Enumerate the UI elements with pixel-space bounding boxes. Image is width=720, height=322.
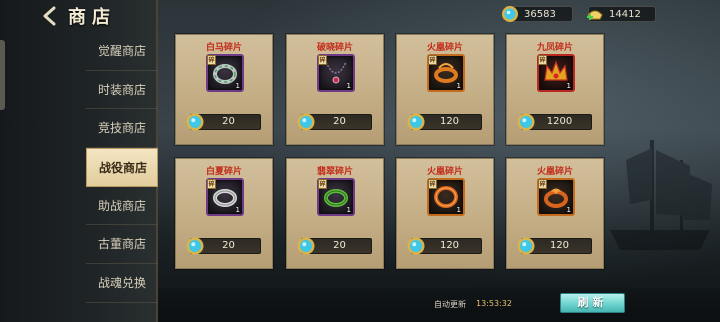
item-quantity: 1	[456, 82, 461, 90]
sidebar-item-support-shop[interactable]: 助战商店	[86, 187, 158, 226]
fragment-badge: 碎	[428, 179, 437, 189]
price-tag: 20	[297, 113, 372, 131]
item-name: 火凰碎片	[536, 167, 573, 177]
item-frame: 碎 1	[317, 54, 355, 92]
shop-header: 商店	[0, 0, 158, 32]
sidebar-item-campaign-shop[interactable]: 战役商店	[86, 148, 158, 187]
shop-item-card[interactable]: 翡翠碎片 碎 1 20	[286, 158, 384, 269]
fragment-badge: 碎	[207, 179, 216, 189]
item-frame: 碎 1	[317, 178, 355, 216]
sidebar-item-antique-shop[interactable]: 古董商店	[86, 225, 158, 265]
item-quantity: 1	[235, 82, 240, 90]
auto-refresh-timer: 13:53:32	[476, 299, 512, 308]
refresh-button[interactable]: 刷新	[560, 293, 625, 313]
item-frame: 碎 1	[206, 178, 244, 216]
shop-item-card[interactable]: 火凰碎片 碎 1 120	[396, 158, 494, 269]
fragment-badge: 碎	[318, 55, 327, 65]
shop-item-card[interactable]: 火凰碎片 碎 1 120	[396, 34, 494, 145]
shop-item-card[interactable]: 白马碎片 碎 1 20	[175, 34, 273, 145]
item-price: 20	[222, 116, 235, 127]
gem-balance: 36583	[502, 6, 573, 22]
item-quantity: 1	[566, 82, 571, 90]
item-name: 破晓碎片	[316, 43, 353, 53]
price-tag: 120	[407, 113, 482, 131]
item-quantity: 1	[346, 206, 351, 214]
ship-silhouette-icon	[610, 140, 712, 250]
sidebar-item-warsoul-exchange[interactable]: 战魂兑换	[86, 264, 158, 303]
item-price: 20	[333, 240, 346, 251]
gold-value: 14412	[609, 9, 641, 20]
shop-nav: 觉醒商店 时装商店 竞技商店 战役商店 助战商店 古董商店 战魂兑换	[86, 32, 158, 303]
item-name: 白马碎片	[205, 43, 242, 53]
sidebar-item-arena-shop[interactable]: 竞技商店	[86, 109, 158, 149]
edge-tab	[0, 40, 5, 110]
sidebar-item-fashion-shop[interactable]: 时装商店	[86, 71, 158, 110]
item-price: 20	[333, 116, 346, 127]
item-price: 1200	[546, 116, 573, 127]
item-price: 120	[549, 240, 570, 251]
item-frame: 碎 1	[206, 54, 244, 92]
item-quantity: 1	[346, 82, 351, 90]
sidebar-item-awakening-shop[interactable]: 觉醒商店	[86, 32, 158, 71]
item-frame: 碎 1	[427, 178, 465, 216]
item-price: 120	[439, 240, 460, 251]
fragment-badge: 碎	[538, 179, 547, 189]
price-tag: 20	[186, 237, 261, 255]
gem-value: 36583	[524, 9, 556, 20]
item-price: 20	[222, 240, 235, 251]
item-name: 翡翠碎片	[316, 167, 353, 177]
shop-item-card[interactable]: 九凤碎片 碎 1 1200	[506, 34, 604, 145]
gold-ingot-plus-icon	[587, 10, 603, 20]
fragment-badge: 碎	[538, 55, 547, 65]
item-quantity: 1	[566, 206, 571, 214]
fragment-badge: 碎	[207, 55, 216, 65]
item-name: 白夏碎片	[205, 167, 242, 177]
item-name: 九凤碎片	[536, 43, 573, 53]
item-quantity: 1	[456, 206, 461, 214]
auto-refresh-label: 自动更新	[434, 300, 466, 309]
shop-sidebar: 商店 觉醒商店 时装商店 竞技商店 战役商店 助战商店 古董商店 战魂兑换	[0, 0, 158, 322]
item-name: 火凰碎片	[426, 167, 463, 177]
price-tag: 1200	[517, 113, 592, 131]
page-title: 商店	[68, 7, 116, 28]
price-tag: 20	[297, 237, 372, 255]
item-name: 火凰碎片	[426, 43, 463, 53]
item-price: 120	[439, 116, 460, 127]
gold-balance[interactable]: 14412	[587, 6, 656, 22]
price-tag: 120	[407, 237, 482, 255]
price-tag: 120	[517, 237, 592, 255]
item-frame: 碎 1	[537, 54, 575, 92]
item-frame: 碎 1	[427, 54, 465, 92]
item-quantity: 1	[235, 206, 240, 214]
blue-gem-icon	[502, 6, 518, 22]
price-tag: 20	[186, 113, 261, 131]
back-arrow-icon[interactable]	[40, 6, 60, 26]
shop-item-card[interactable]: 白夏碎片 碎 1 20	[175, 158, 273, 269]
shop-item-card[interactable]: 破晓碎片 碎 1 20	[286, 34, 384, 145]
item-frame: 碎 1	[537, 178, 575, 216]
shop-item-card[interactable]: 火凰碎片 碎 1 120	[506, 158, 604, 269]
fragment-badge: 碎	[318, 179, 327, 189]
fragment-badge: 碎	[428, 55, 437, 65]
